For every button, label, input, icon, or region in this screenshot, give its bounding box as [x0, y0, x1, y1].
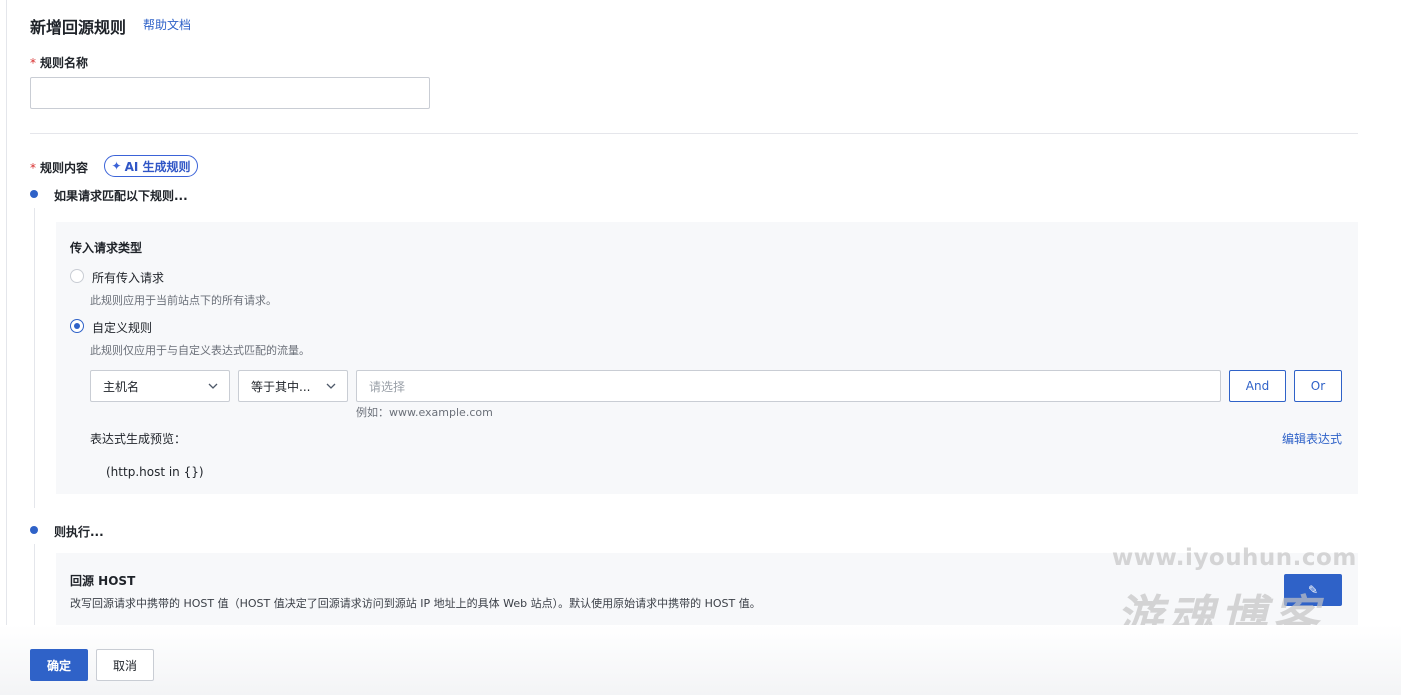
step-dot-then [30, 526, 38, 534]
section-divider [30, 133, 1358, 134]
field-select-value: 主机名 [103, 379, 140, 394]
step-title-then: 则执行... [54, 525, 104, 539]
origin-host-toggle-button[interactable]: ✎ [1284, 574, 1342, 606]
step-connector [33, 544, 35, 625]
step-dot-if [30, 190, 38, 198]
rule-name-label: * 规则名称 [30, 54, 88, 71]
ai-generate-rule-label: AI 生成规则 [124, 159, 191, 174]
operator-select[interactable]: 等于其中... [238, 370, 348, 402]
or-button[interactable]: Or [1294, 370, 1342, 402]
footer-bar [0, 625, 1401, 695]
sparkle-icon: ✦ [111, 159, 122, 173]
radio-custom-rule-desc: 此规则仅应用于与自定义表达式匹配的流量。 [90, 344, 310, 357]
and-button[interactable]: And [1229, 370, 1286, 402]
condition-panel [56, 222, 1358, 494]
radio-all-requests-label[interactable]: 所有传入请求 [92, 269, 164, 286]
rule-content-label: * 规则内容 [30, 159, 88, 176]
value-select-input[interactable]: 请选择 [356, 370, 1221, 402]
chevron-down-icon [208, 383, 218, 389]
page-title: 新增回源规则 [30, 18, 127, 37]
confirm-button[interactable]: 确定 [30, 649, 88, 681]
chevron-down-icon [326, 383, 336, 389]
radio-custom-rule-label[interactable]: 自定义规则 [92, 319, 152, 336]
action-panel [56, 553, 1358, 625]
expression-preview: (http.host in {}) [106, 465, 204, 479]
help-doc-link[interactable]: 帮助文档 [143, 16, 191, 33]
step-connector [33, 208, 35, 508]
required-mark: * [30, 56, 36, 70]
field-select[interactable]: 主机名 [90, 370, 230, 402]
origin-host-title: 回源 HOST [70, 574, 136, 588]
left-border [6, 0, 7, 625]
cancel-button[interactable]: 取消 [96, 649, 154, 681]
edit-expression-link[interactable]: 编辑表达式 [1282, 430, 1342, 447]
rule-content-label-text: 规则内容 [40, 161, 89, 175]
value-example-hint: 例如：www.example.com [356, 406, 493, 419]
rule-name-label-text: 规则名称 [40, 56, 89, 70]
operator-select-value: 等于其中... [251, 379, 311, 394]
step-title-if: 如果请求匹配以下规则... [54, 189, 188, 203]
required-mark: * [30, 161, 36, 175]
edit-icon: ✎ [1307, 583, 1319, 597]
expression-preview-label: 表达式生成预览： [90, 432, 187, 446]
origin-host-desc: 改写回源请求中携带的 HOST 值（HOST 值决定了回源请求访问到源站 IP … [70, 597, 761, 610]
radio-custom-rule[interactable] [70, 319, 84, 333]
ai-generate-rule-button[interactable]: ✦ AI 生成规则 [104, 155, 198, 177]
incoming-type-title: 传入请求类型 [70, 241, 143, 255]
radio-all-requests-desc: 此规则应用于当前站点下的所有请求。 [90, 294, 277, 307]
radio-all-requests[interactable] [70, 269, 84, 283]
rule-name-input[interactable] [30, 77, 430, 109]
